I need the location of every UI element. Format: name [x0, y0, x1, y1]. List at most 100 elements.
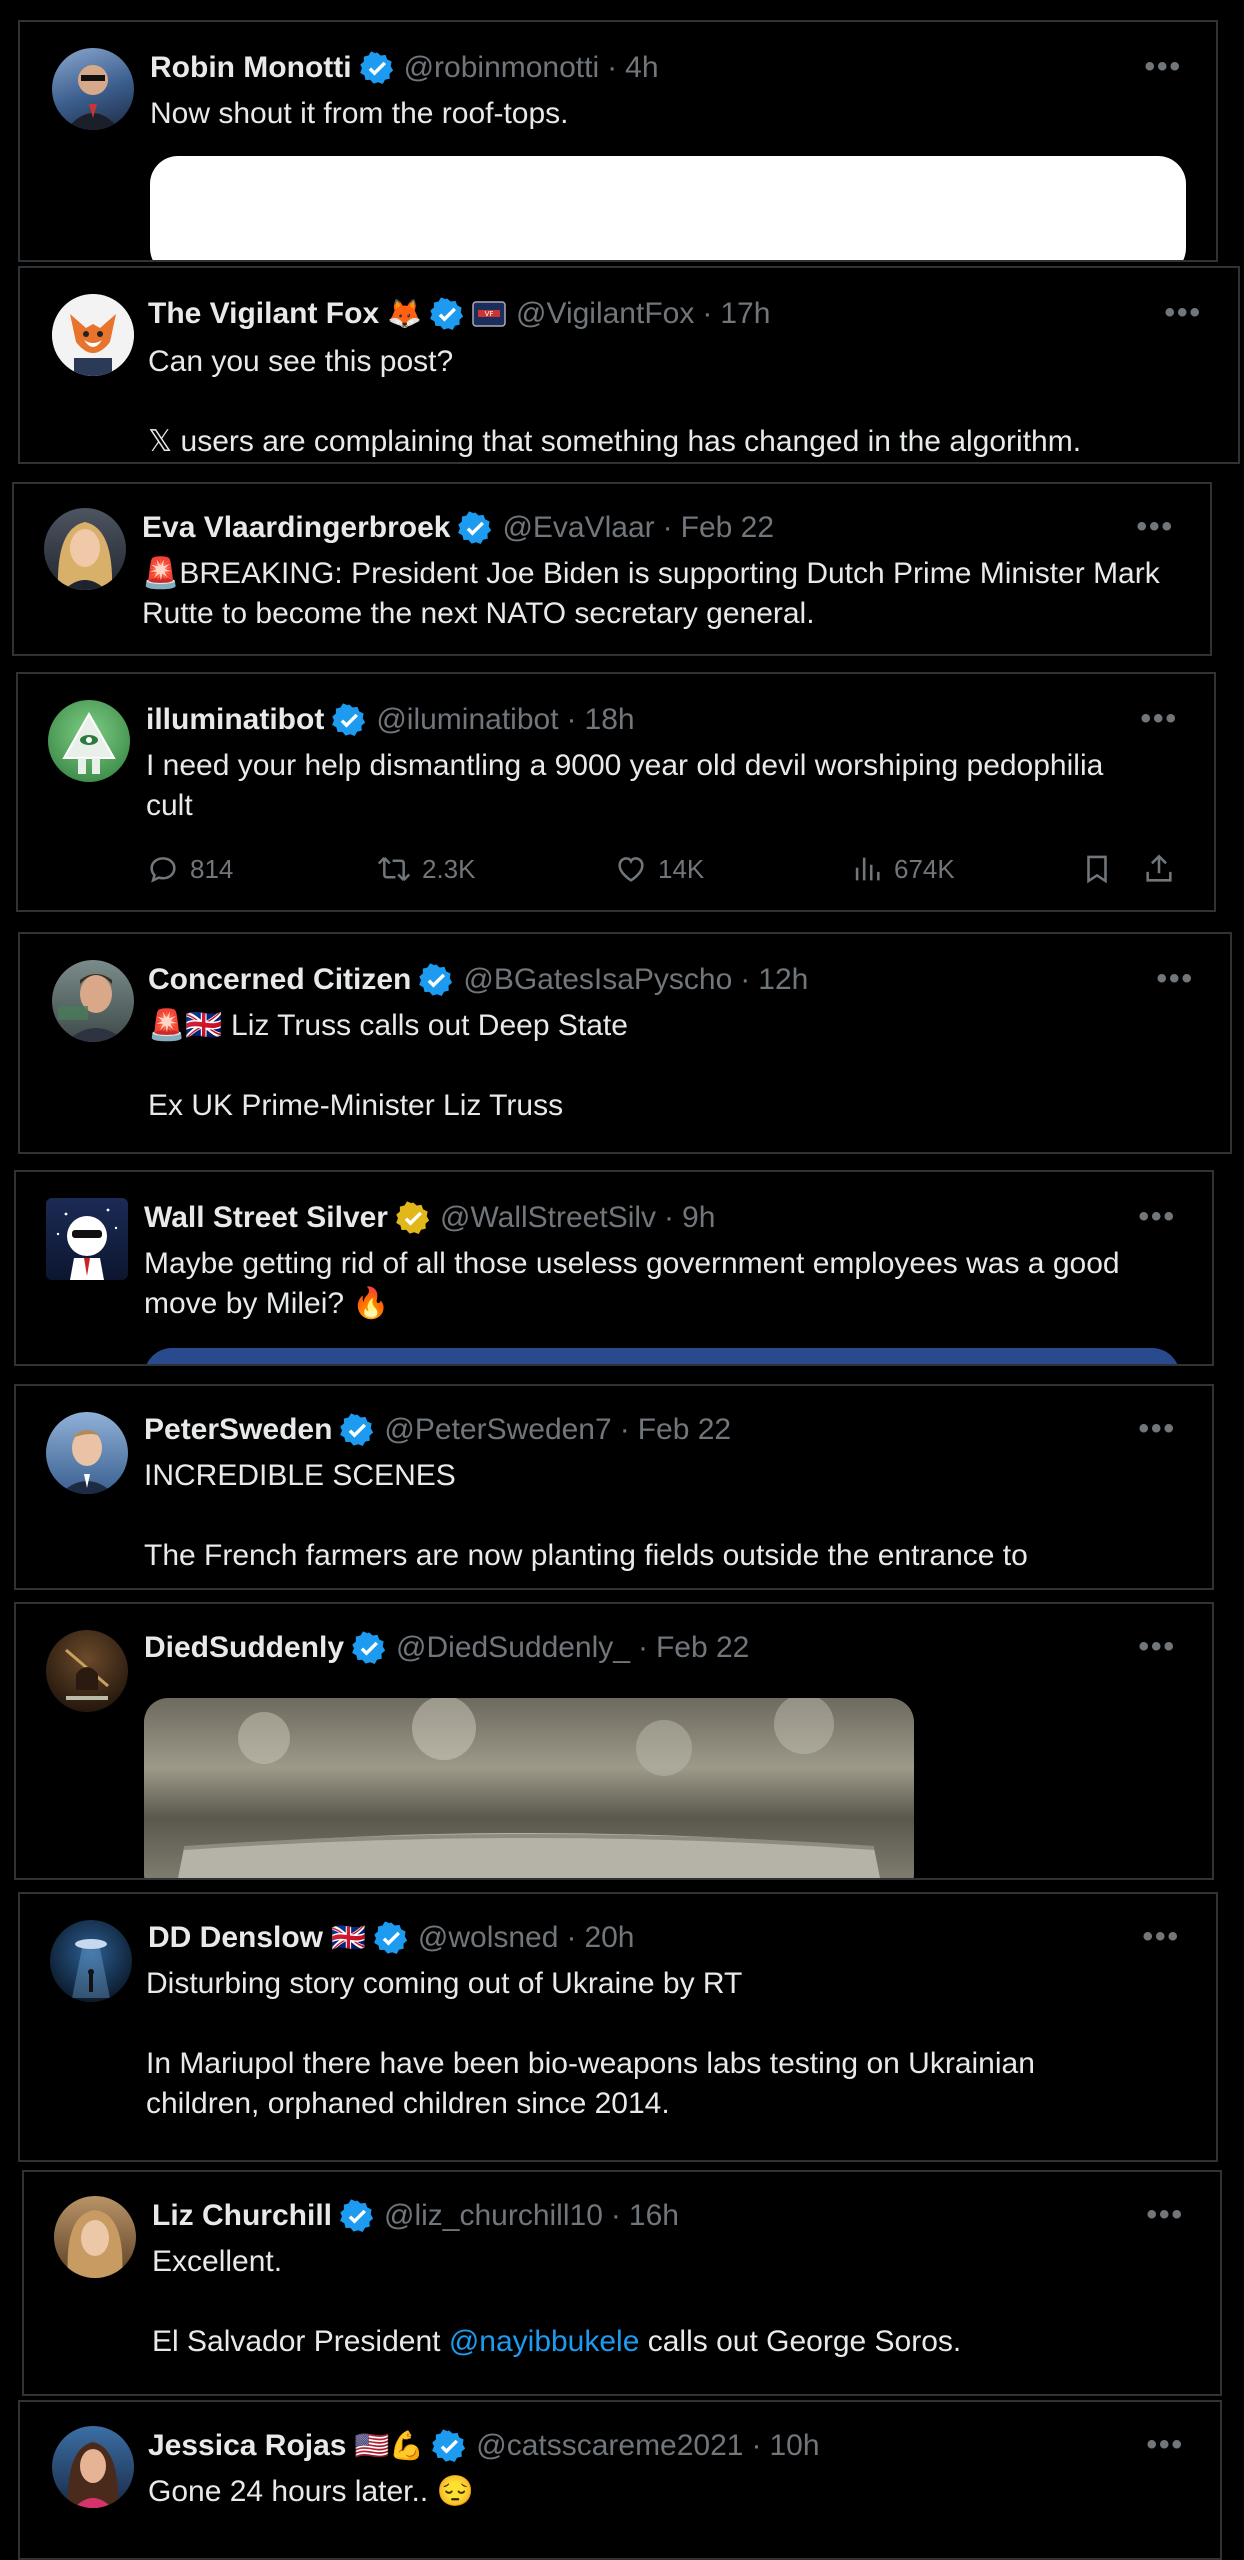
- author-name[interactable]: The Vigilant Fox: [148, 296, 379, 332]
- post-card-diedsuddenly[interactable]: DiedSuddenly @DiedSuddenly_ · Feb 22 •••: [14, 1602, 1214, 1880]
- author-name[interactable]: Jessica Rojas: [148, 2428, 346, 2464]
- post-text: Now shout it from the roof-tops.: [150, 97, 569, 130]
- author-handle[interactable]: @liz_churchill10: [384, 2198, 603, 2234]
- author-name[interactable]: Concerned Citizen: [148, 962, 411, 998]
- like-button[interactable]: 14K: [614, 852, 850, 886]
- avatar-eva[interactable]: [44, 508, 126, 590]
- dot-separator: ·: [740, 963, 751, 996]
- avatar-petersweden[interactable]: [46, 1412, 128, 1494]
- avatar-fox-image: [52, 294, 134, 376]
- author-handle[interactable]: @iluminatibot: [376, 702, 558, 738]
- post-card-concerned[interactable]: Concerned Citizen @BGatesIsaPyscho · 12h…: [18, 932, 1232, 1154]
- svg-text:VF: VF: [485, 310, 494, 318]
- bookmark-button[interactable]: [1080, 852, 1142, 886]
- avatar-illuminatibot-image: [62, 711, 116, 774]
- post-time[interactable]: 9h: [682, 1200, 715, 1236]
- more-options-button[interactable]: •••: [1136, 510, 1174, 544]
- more-options-button[interactable]: •••: [1146, 2428, 1184, 2462]
- post-card-dddenslow[interactable]: DD Denslow 🇬🇧 @wolsned · 20h ••• Disturb…: [18, 1892, 1218, 2162]
- post-time[interactable]: 16h: [629, 2198, 679, 2234]
- post-time[interactable]: Feb 22: [656, 1630, 749, 1666]
- more-options-button[interactable]: •••: [1138, 1200, 1176, 1234]
- post-time[interactable]: 18h: [585, 702, 635, 738]
- more-options-button[interactable]: •••: [1156, 962, 1194, 996]
- avatar-lizchurchill[interactable]: [54, 2196, 136, 2278]
- post-time[interactable]: 20h: [584, 1920, 634, 1956]
- post-card-jessicarojas[interactable]: Jessica Rojas 🇺🇸 💪 @catsscareme2021 · 10…: [18, 2400, 1222, 2560]
- post-time[interactable]: 12h: [758, 962, 808, 998]
- verified-badge-icon: [374, 1921, 408, 1955]
- avatar-wallstreetsilver[interactable]: [46, 1198, 128, 1280]
- verified-badge-icon: [458, 511, 492, 545]
- post-time[interactable]: 4h: [625, 50, 658, 86]
- share-button[interactable]: [1142, 852, 1186, 886]
- verified-badge-icon: [430, 297, 464, 331]
- verified-badge-icon: [332, 703, 366, 737]
- media-preview[interactable]: [150, 156, 1186, 260]
- more-options-button[interactable]: •••: [1142, 1920, 1180, 1954]
- post-time[interactable]: 17h: [720, 296, 770, 332]
- author-handle[interactable]: @wolsned: [418, 1920, 559, 1956]
- dot-separator: ·: [702, 297, 713, 330]
- dot-separator: ·: [619, 1413, 630, 1446]
- avatar-dddenslow[interactable]: [50, 1920, 132, 2002]
- avatar-concerned[interactable]: [52, 960, 134, 1042]
- views-button[interactable]: 674K: [850, 852, 1080, 886]
- post-time[interactable]: Feb 22: [681, 510, 774, 546]
- author-handle[interactable]: @robinmonotti: [404, 50, 600, 86]
- more-options-button[interactable]: •••: [1140, 702, 1178, 736]
- author-name[interactable]: Eva Vlaardingerbroek: [142, 510, 450, 546]
- mention-link[interactable]: @nayibbukele: [449, 2325, 640, 2358]
- author-handle[interactable]: @BGatesIsaPyscho: [463, 962, 732, 998]
- more-options-button[interactable]: •••: [1146, 2198, 1184, 2232]
- post-text: Disturbing story coming out of Ukraine b…: [146, 1967, 1035, 2120]
- avatar-fox[interactable]: [52, 294, 134, 376]
- post-card-robin[interactable]: Robin Monotti @robinmonotti · 4h ••• Now…: [18, 20, 1218, 262]
- verified-badge-icon: [340, 2199, 374, 2233]
- author-name[interactable]: Robin Monotti: [150, 50, 352, 86]
- post-card-wallstreetsilver[interactable]: Wall Street Silver @WallStreetSilv · 9h …: [14, 1170, 1214, 1366]
- author-name[interactable]: illuminatibot: [146, 702, 324, 738]
- avatar-robin[interactable]: [52, 48, 134, 130]
- author-handle[interactable]: @EvaVlaar: [502, 510, 654, 546]
- repost-button[interactable]: 2.3K: [376, 852, 614, 886]
- post-card-fox[interactable]: The Vigilant Fox 🦊 VF @VigilantFox · 17h…: [18, 266, 1240, 464]
- more-options-button[interactable]: •••: [1144, 50, 1182, 84]
- author-handle[interactable]: @VigilantFox: [516, 296, 694, 332]
- views-icon: [855, 857, 880, 881]
- verified-badge-icon: [359, 51, 393, 85]
- media-preview[interactable]: [144, 1348, 1180, 1364]
- author-name[interactable]: PeterSweden: [144, 1412, 332, 1448]
- post-time[interactable]: 10h: [769, 2428, 819, 2464]
- post-text: INCREDIBLE SCENES The French farmers are…: [144, 1459, 1028, 1572]
- avatar-eva-image: [57, 522, 113, 590]
- author-name[interactable]: DiedSuddenly: [144, 1630, 344, 1666]
- post-card-illuminatibot[interactable]: illuminatibot @iluminatibot · 18h ••• I …: [16, 672, 1216, 912]
- dot-separator: ·: [751, 2429, 762, 2462]
- media-preview[interactable]: [144, 1698, 914, 1878]
- author-handle[interactable]: @PeterSweden7: [384, 1412, 611, 1448]
- views-count: 674K: [894, 853, 955, 884]
- author-handle[interactable]: @catsscareme2021: [476, 2428, 743, 2464]
- avatar-lizchurchill-image: [67, 2210, 123, 2278]
- author-name[interactable]: Liz Churchill: [152, 2198, 332, 2234]
- more-options-button[interactable]: •••: [1138, 1630, 1176, 1664]
- avatar-diedsuddenly[interactable]: [46, 1630, 128, 1712]
- author-name[interactable]: DD Denslow: [148, 1920, 323, 1956]
- avatar-robin-image: [66, 65, 120, 130]
- avatar-illuminatibot[interactable]: [48, 700, 130, 782]
- avatar-dddenslow-image: [72, 1939, 110, 1998]
- more-options-button[interactable]: •••: [1138, 1412, 1176, 1446]
- author-name[interactable]: Wall Street Silver: [144, 1200, 388, 1236]
- more-options-button[interactable]: •••: [1164, 296, 1202, 330]
- reply-button[interactable]: 814: [146, 852, 376, 886]
- post-card-lizchurchill[interactable]: Liz Churchill @liz_churchill10 · 16h •••…: [22, 2170, 1222, 2396]
- dot-separator: ·: [637, 1631, 648, 1664]
- like-count: 14K: [658, 853, 705, 884]
- avatar-jessicarojas[interactable]: [52, 2426, 134, 2508]
- author-handle[interactable]: @WallStreetSilv: [440, 1200, 656, 1236]
- post-time[interactable]: Feb 22: [638, 1412, 731, 1448]
- author-handle[interactable]: @DiedSuddenly_: [396, 1630, 630, 1666]
- post-card-petersweden[interactable]: PeterSweden @PeterSweden7 · Feb 22 ••• I…: [14, 1384, 1214, 1590]
- post-card-eva[interactable]: Eva Vlaardingerbroek @EvaVlaar · Feb 22 …: [12, 482, 1212, 656]
